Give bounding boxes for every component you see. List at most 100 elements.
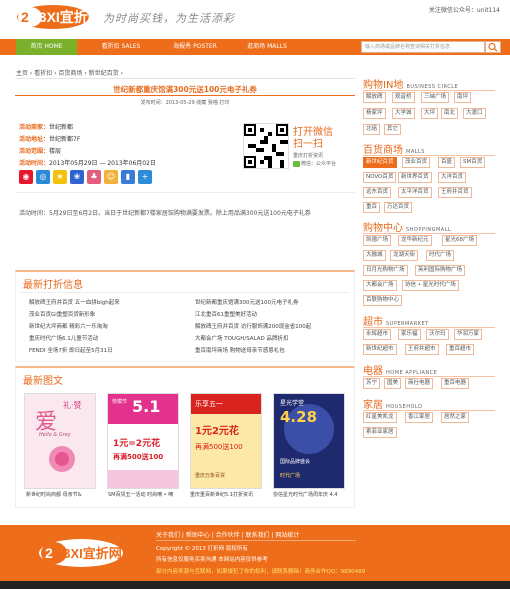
divider <box>363 90 495 91</box>
tag-sanxia[interactable]: 三峡广场 <box>421 92 450 103</box>
sidebar-heading-supermarket: 超市 SUPERMARKET <box>363 313 429 328</box>
svg-text:2: 2 <box>21 9 29 25</box>
tag-yonghui[interactable]: 永辉超市 <box>363 329 392 340</box>
tag-xinshiji-chaoshi[interactable]: 新世纪超市 <box>363 344 397 355</box>
tag-shidai[interactable]: 时代广场 <box>426 250 455 261</box>
tag-juranzhijia[interactable]: 居然之家 <box>441 412 470 423</box>
tag-kaide[interactable]: 凯德广场 <box>363 235 392 246</box>
news-link[interactable]: 新世纪大坪商都 精彩六一乐淘淘 <box>29 322 108 330</box>
sina-icon[interactable]: ◉ <box>19 170 33 184</box>
news-link[interactable]: 解放碑王府井百货 五一血拼bigh起来 <box>29 298 120 306</box>
poster-caption[interactable]: SM百货五一活动 时尚嘀 • 嘀 <box>108 491 180 498</box>
news-link[interactable]: 世纪新都重庆馆满300元送100元电子礼券 <box>195 298 299 306</box>
search-button[interactable] <box>485 41 501 53</box>
tag-chongbai-chaoshi[interactable]: 重百超市 <box>446 344 475 355</box>
tag-taipingyang[interactable]: 太平洋百货 <box>398 187 432 198</box>
breadcrumb[interactable]: 主页 › 看折扣 › 百货商场 › 新世纪百货 › <box>16 68 123 77</box>
tag-bailian[interactable]: 百联购物中心 <box>363 295 403 306</box>
tag-baisheng[interactable]: 百盛 <box>438 157 456 168</box>
tag-yingli[interactable]: 英利国际购物广场 <box>415 265 466 276</box>
tag-huarun[interactable]: 华润万家 <box>454 329 483 340</box>
poster-text: 乐享五一 <box>195 400 223 408</box>
tag-wangfujing[interactable]: 王府井百货 <box>438 187 472 198</box>
site-logo[interactable]: 2 23XI宜折网 <box>16 4 102 30</box>
tag-hongxing[interactable]: 红星美凯龙 <box>363 412 397 423</box>
poster-thumb-2[interactable]: 5.1 劳模节 1元=2元花 再满500送100 <box>107 393 179 489</box>
poster-caption[interactable]: 新世纪时尚商都 母亲节& <box>26 491 96 498</box>
info-key: 活动范围： <box>19 148 50 155</box>
douban-icon[interactable]: ☺ <box>104 170 118 184</box>
tag-novo[interactable]: NOVO百货 <box>363 172 397 183</box>
tag-guomei[interactable]: 国美 <box>384 378 402 389</box>
renren-icon[interactable]: ♣ <box>87 170 101 184</box>
tag-shangshe[interactable]: 商社电器 <box>405 378 434 389</box>
sidebar-heading-malls: 百货商场 MALLS <box>363 141 425 156</box>
tag-woerma[interactable]: 沃尔玛 <box>426 329 449 340</box>
tencent-icon[interactable]: ◎ <box>36 170 50 184</box>
tag-chongbai-dianqi[interactable]: 重百电器 <box>441 378 470 389</box>
nav-sales[interactable]: 看折扣 SALES <box>86 39 156 55</box>
poster-caption[interactable]: 重庆重百新世纪5.1打折资讯 <box>190 491 262 498</box>
tag-guanyinqiao[interactable]: 观音桥 <box>392 92 415 103</box>
tag-yangjiaping[interactable]: 杨家坪 <box>363 108 386 119</box>
tag-chongbai[interactable]: 重百 <box>363 202 381 213</box>
tag-darongcheng[interactable]: 大融城 <box>363 250 386 261</box>
tag-other[interactable]: 其它 <box>384 124 402 135</box>
footer-logo[interactable]: 2 23XI宜折网 <box>38 538 124 570</box>
tag-sm[interactable]: SM百货 <box>460 157 486 168</box>
tag-maoye[interactable]: 茂业百货 <box>402 157 431 168</box>
tag-daduhui[interactable]: 大都会广场 <box>363 280 397 291</box>
tag-suofeiya[interactable]: 索菲亚家居 <box>363 427 397 438</box>
tag-longhutianjie[interactable]: 龙湖天街 <box>390 250 419 261</box>
news-link[interactable]: 重百南坪商场 购物送母亲节感恩礼包 <box>195 346 285 354</box>
info-value: 2013年05月29日 — 2013年06月02日 <box>49 160 156 167</box>
news-link[interactable]: 江北重百61重塑美好活动 <box>195 310 257 318</box>
poster-thumb-4[interactable]: 4.28 星光学堂 国际品牌盛会 时代广场 <box>273 393 345 489</box>
poster-caption[interactable]: 协信星光时代广场周年庆 4.4 <box>273 491 347 498</box>
tag-yuandong[interactable]: 远东百货 <box>363 187 392 198</box>
tag-wanda[interactable]: 万达百货 <box>384 202 413 213</box>
nav-malls[interactable]: 逛商场 MALLS <box>232 39 302 55</box>
tag-xinshijie[interactable]: 新世界百货 <box>398 172 432 183</box>
tag-jiefangbei[interactable]: 解放碑 <box>363 92 386 103</box>
latest-news-title: 最新打折信息 <box>23 280 83 291</box>
news-link[interactable]: 解放碑王府井百货 访行服饰满200现金省100起 <box>195 322 311 330</box>
tag-riyueguang[interactable]: 日月光购物广场 <box>363 265 408 276</box>
tag-dayang[interactable]: 大洋百货 <box>438 172 467 183</box>
poster-thumb-1[interactable]: 爱 礼·赞 Hello & Grey <box>24 393 96 489</box>
poster-thumb-3[interactable]: 乐享五一 1元2元花 再满500送100 重庆万象百货 <box>190 393 262 489</box>
tag-jialefu[interactable]: 家乐福 <box>398 329 421 340</box>
poster-text: Hello & Grey <box>39 432 71 438</box>
sidebar-heading-appliance: 电器 HOME APPLIANCE <box>363 362 437 377</box>
qzone-icon[interactable]: ★ <box>53 170 67 184</box>
tag-suning[interactable]: 苏宁 <box>363 378 381 389</box>
tag-nanping[interactable]: 南坪 <box>454 92 472 103</box>
tag-xingguang68[interactable]: 星光68广场 <box>442 235 477 246</box>
news-link[interactable]: 大都会广场 TOUGH/SALAD 品牌折扣 <box>195 334 289 342</box>
tag-dadukou[interactable]: 大渡口 <box>463 108 486 119</box>
tag-wangfujing-chaoshi[interactable]: 王府井超市 <box>405 344 439 355</box>
news-link[interactable]: 重庆时代广场6.1儿童节活动 <box>29 334 98 342</box>
footer-links[interactable]: 关于我们 | 帮助中心 | 合作伙伴 | 联系我们 | 网站统计 <box>156 530 299 539</box>
search-input[interactable]: 输入商场或品牌名称查询相关打折信息 <box>361 41 485 53</box>
tag-beibei[interactable]: 北碚 <box>363 124 381 135</box>
news-link[interactable]: FENDI 全场7折 即日起至5月31日 <box>29 346 113 354</box>
follow-wechat-text[interactable]: 关注微信公众号：unit114 <box>429 5 500 14</box>
nav-home[interactable]: 首页 HOME <box>16 39 77 55</box>
pengyou-icon[interactable]: ▮ <box>121 170 135 184</box>
nav-poster[interactable]: 海报秀 POSTER <box>160 39 230 55</box>
news-link[interactable]: 茂业百货Gi重塑百货新形象 <box>29 310 95 318</box>
baidu-icon[interactable]: ❀ <box>70 170 84 184</box>
tag-xinshiji[interactable]: 新世纪百货 <box>363 157 397 168</box>
tag-nanbei[interactable]: 南北 <box>441 108 459 119</box>
tag-daxuecheng[interactable]: 大学城 <box>392 108 415 119</box>
info-value: 楼层 <box>49 148 62 155</box>
footer-logo-wordmark: 23XI宜折网 <box>56 546 122 561</box>
tag-longhua[interactable]: 龙华新纪元 <box>398 235 432 246</box>
article-meta: 发布时间：2013-05-29 收藏 我喵 打印 <box>140 100 230 106</box>
tag-xiexin[interactable]: 协信 • 星光时代广场 <box>402 280 459 291</box>
plus-icon[interactable]: + <box>138 170 152 184</box>
divider <box>363 410 495 411</box>
tag-daping[interactable]: 大坪 <box>421 108 439 119</box>
tag-xiangjiang[interactable]: 香江家居 <box>405 412 434 423</box>
